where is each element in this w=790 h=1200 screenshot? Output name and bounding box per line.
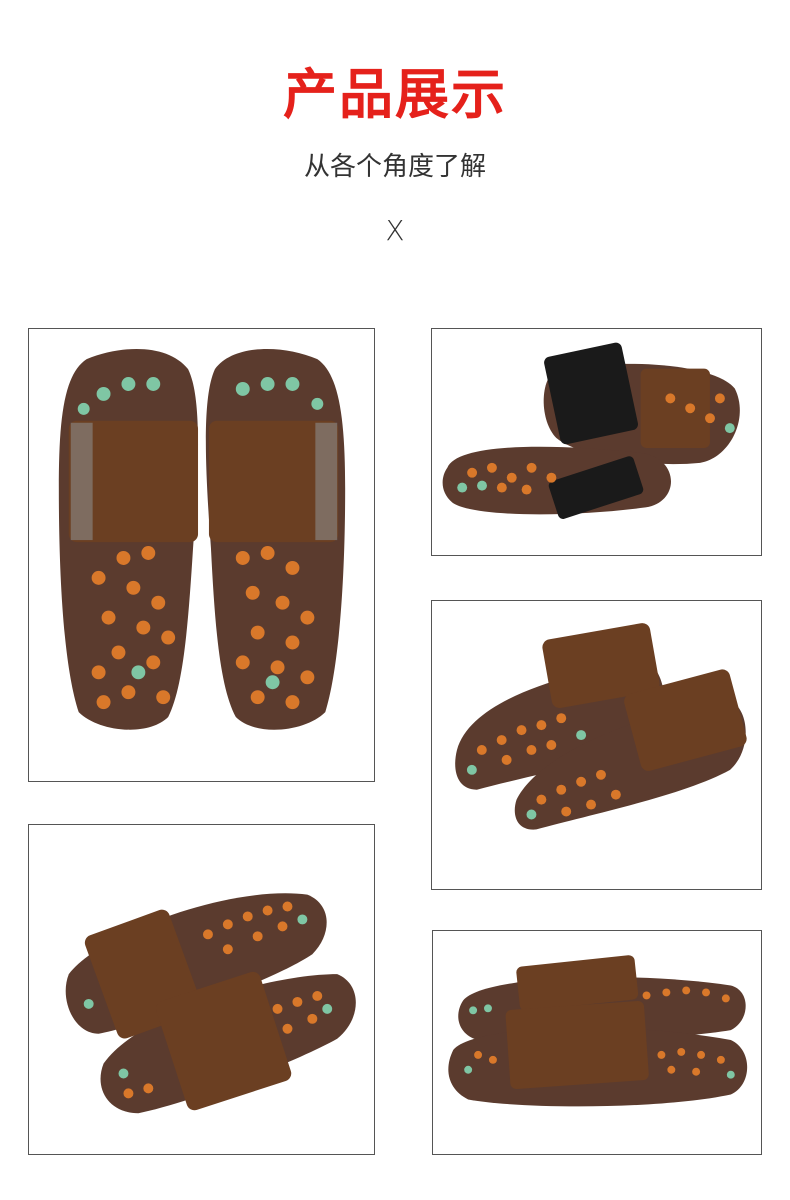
slippers-angled-left-image <box>65 893 356 1114</box>
slippers-side-view-image <box>442 342 740 519</box>
slippers-angled-right-image <box>455 623 747 830</box>
divider-x-mark: X <box>385 214 405 247</box>
product-photo-angled-left <box>28 824 375 1155</box>
page-subtitle: 从各个角度了解 <box>303 152 486 182</box>
product-photo-side-view <box>431 328 762 556</box>
product-photo-angled-right <box>431 600 762 890</box>
slippers-top-view-image <box>58 348 346 730</box>
slippers-low-angle-image <box>448 955 748 1107</box>
page-title: 产品展示 <box>283 63 507 126</box>
product-photo-low-angle <box>432 930 762 1155</box>
product-photo-top-view <box>28 328 375 782</box>
